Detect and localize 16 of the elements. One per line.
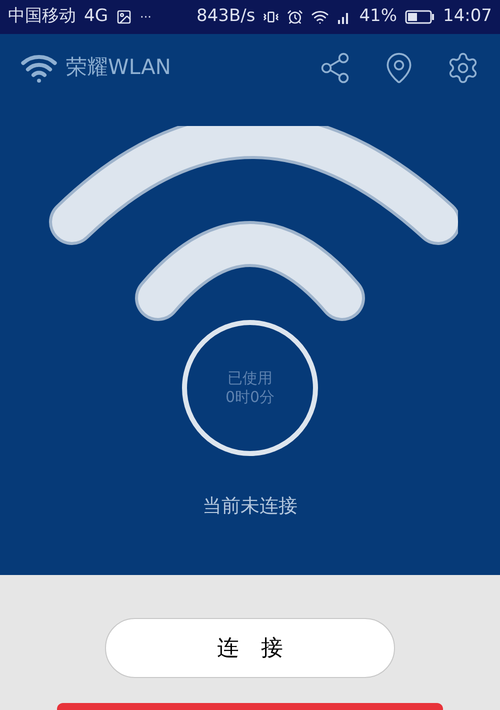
wifi-signal-icon [311, 8, 330, 26]
alarm-icon [287, 9, 304, 25]
usage-value: 0时0分 [225, 388, 275, 407]
speed-text: 843B/s [196, 5, 256, 28]
battery-text: 41% [359, 5, 397, 28]
time-text: 14:07 [443, 5, 492, 28]
connection-status: 当前未连接 [202, 494, 298, 519]
connect-button[interactable]: 连 接 [105, 618, 395, 678]
battery-icon [405, 10, 435, 24]
carrier-text: 中国移动 [8, 5, 76, 28]
vibrate-icon [263, 9, 280, 25]
more-text: ··· [140, 9, 152, 26]
app-title: 荣耀WLAN [66, 54, 172, 82]
picture-notification-icon [116, 9, 132, 25]
usage-label: 已使用 [228, 369, 272, 388]
network-text: 4G [84, 5, 108, 28]
